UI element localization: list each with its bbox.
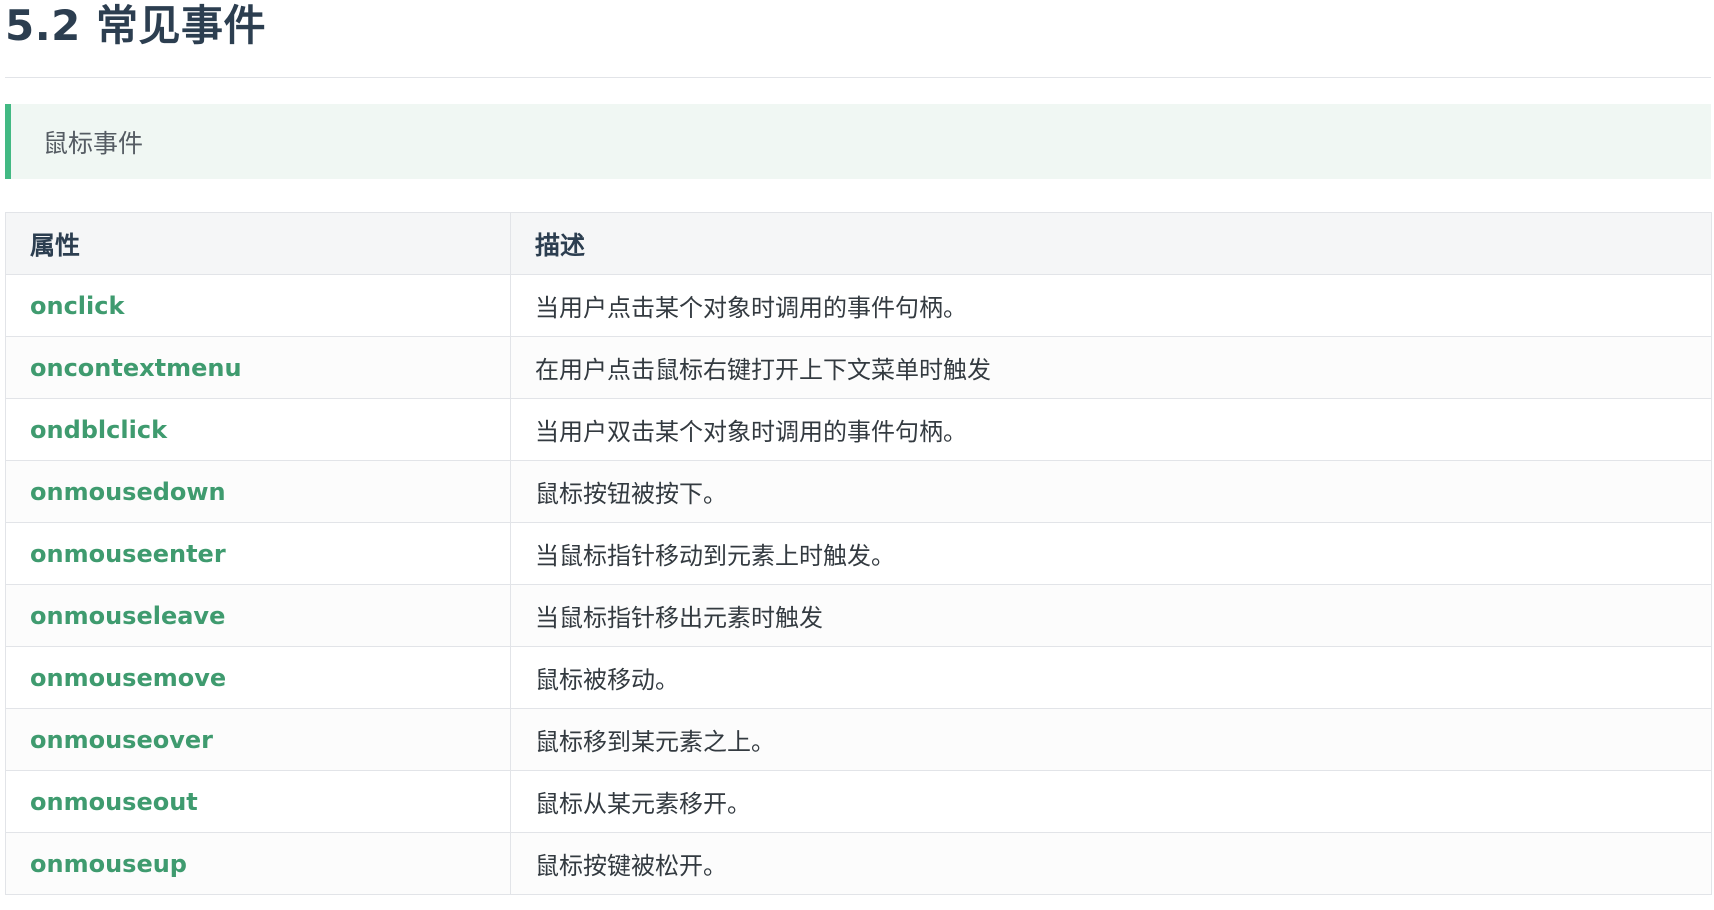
description-cell: 当鼠标指针移出元素时触发: [510, 584, 1712, 647]
events-table: 属性 描述 onclick 当用户点击某个对象时调用的事件句柄。 onconte…: [5, 212, 1712, 895]
attribute-cell: onmouseenter: [5, 522, 511, 585]
attribute-cell: onmouseover: [5, 708, 511, 771]
attribute-cell: ondblclick: [5, 398, 511, 461]
description-cell: 鼠标从某元素移开。: [510, 770, 1712, 833]
table-row: ondblclick 当用户双击某个对象时调用的事件句柄。: [5, 398, 1712, 461]
column-header-description: 描述: [510, 212, 1712, 275]
table-row: onmousedown 鼠标按钮被按下。: [5, 460, 1712, 523]
description-cell: 鼠标移到某元素之上。: [510, 708, 1712, 771]
attribute-cell: onmousemove: [5, 646, 511, 709]
table-row: onmouseenter 当鼠标指针移动到元素上时触发。: [5, 522, 1712, 585]
table-header-row: 属性 描述: [5, 212, 1712, 275]
page-title: 5.2 常见事件: [5, 1, 267, 50]
column-header-attribute: 属性: [5, 212, 511, 275]
attribute-cell: oncontextmenu: [5, 336, 511, 399]
attribute-cell: onmouseup: [5, 832, 511, 895]
table-row: onmousemove 鼠标被移动。: [5, 646, 1712, 709]
section-heading-container: 5.2 常见事件: [5, 0, 1711, 78]
description-cell: 鼠标按键被松开。: [510, 832, 1712, 895]
description-cell: 当用户点击某个对象时调用的事件句柄。: [510, 274, 1712, 337]
description-cell: 鼠标被移动。: [510, 646, 1712, 709]
description-cell: 当用户双击某个对象时调用的事件句柄。: [510, 398, 1712, 461]
tip-block: 鼠标事件: [5, 104, 1711, 179]
table-row: onclick 当用户点击某个对象时调用的事件句柄。: [5, 274, 1712, 337]
description-cell: 在用户点击鼠标右键打开上下文菜单时触发: [510, 336, 1712, 399]
attribute-cell: onmouseout: [5, 770, 511, 833]
attribute-cell: onmouseleave: [5, 584, 511, 647]
table-row: onmouseleave 当鼠标指针移出元素时触发: [5, 584, 1712, 647]
attribute-cell: onclick: [5, 274, 511, 337]
table-row: oncontextmenu 在用户点击鼠标右键打开上下文菜单时触发: [5, 336, 1712, 399]
table-row: onmouseout 鼠标从某元素移开。: [5, 770, 1712, 833]
tip-text: 鼠标事件: [43, 128, 144, 158]
attribute-cell: onmousedown: [5, 460, 511, 523]
table-row: onmouseover 鼠标移到某元素之上。: [5, 708, 1712, 771]
description-cell: 鼠标按钮被按下。: [510, 460, 1712, 523]
table-row: onmouseup 鼠标按键被松开。: [5, 832, 1712, 895]
description-cell: 当鼠标指针移动到元素上时触发。: [510, 522, 1712, 585]
